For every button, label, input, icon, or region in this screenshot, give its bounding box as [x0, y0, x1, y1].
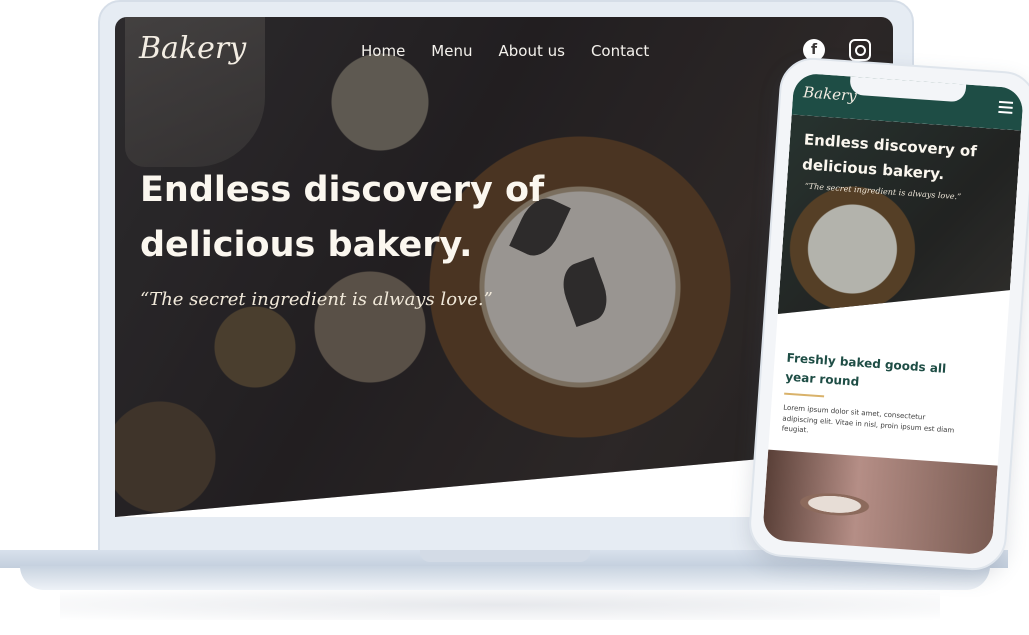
section-body: Lorem ipsum dolor sit amet, consectetur … — [781, 403, 955, 435]
device-shadow — [60, 590, 940, 620]
pastry-photo — [761, 449, 998, 556]
mobile-logo[interactable]: Bakery — [803, 83, 858, 105]
instagram-icon[interactable] — [849, 39, 871, 61]
phone-frame: Bakery Endless discovery of delicious ba… — [746, 55, 1029, 573]
section-title: Freshly baked goods all year round — [784, 350, 947, 389]
nav-item-contact[interactable]: Contact — [591, 42, 649, 60]
hamburger-menu-icon[interactable] — [998, 100, 1014, 114]
hero-headline: Endless discovery of delicious bakery. — [140, 170, 545, 265]
nav-item-menu[interactable]: Menu — [431, 42, 472, 60]
section-divider — [784, 392, 825, 398]
nav-item-home[interactable]: Home — [361, 42, 405, 60]
laptop-foot — [20, 566, 990, 590]
hero-tagline: “The secret ingredient is always love.” — [140, 289, 493, 310]
site-logo[interactable]: Bakery — [139, 31, 246, 66]
nav-item-about-us[interactable]: About us — [498, 42, 564, 60]
laptop-notch — [420, 550, 590, 562]
phone-screen: Bakery Endless discovery of delicious ba… — [761, 72, 1025, 556]
main-nav: Home Menu About us Contact — [361, 42, 649, 60]
